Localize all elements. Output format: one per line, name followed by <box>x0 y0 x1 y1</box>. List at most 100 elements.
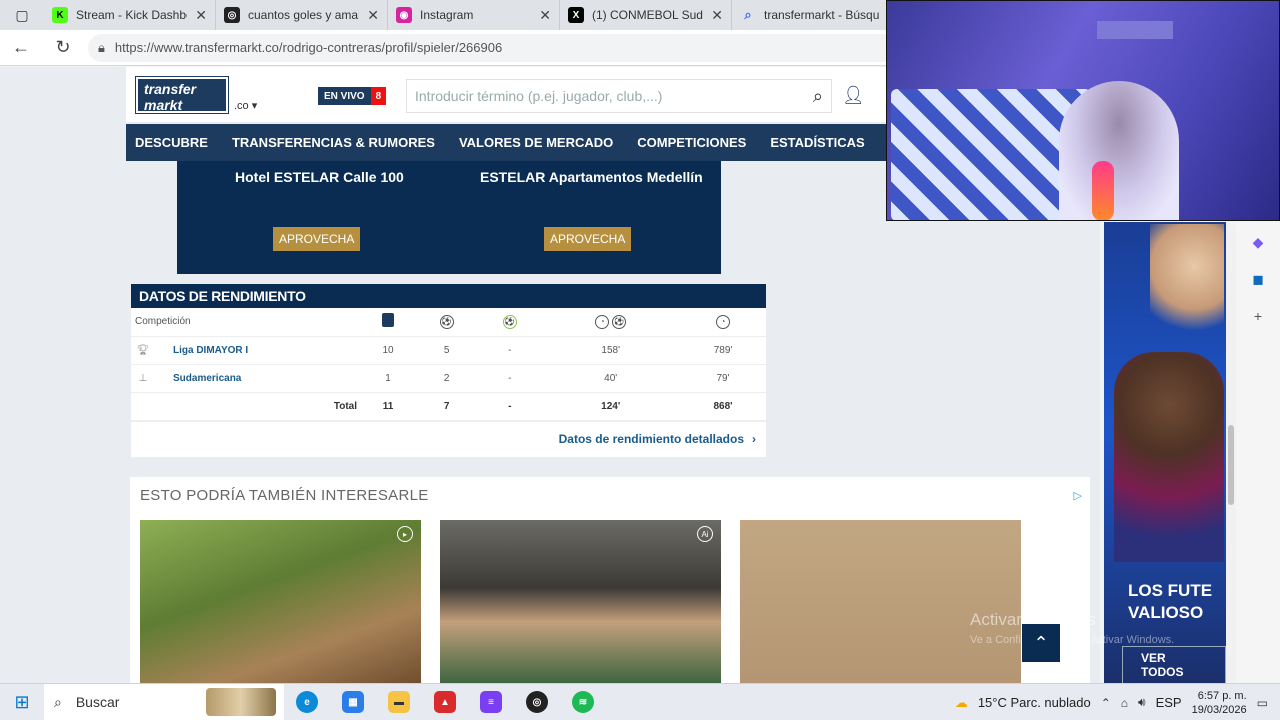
windows-start-icon[interactable]: ⊞ <box>0 684 44 720</box>
shelf-image <box>1097 21 1173 39</box>
detail-link-text: Datos de rendimiento detallados <box>558 432 744 446</box>
side-ad-banner[interactable]: LOS FUTE VALIOSO VER TODOS <box>1104 222 1226 683</box>
clock-time: 6:57 p. m. <box>1197 689 1247 702</box>
table-row: 🏆︎ Liga DIMAYOR I 10 5 - 158' 789' <box>131 336 766 365</box>
logo-line1: transfer <box>144 81 197 97</box>
tab-conmebol[interactable]: X (1) CONMEBOL Sudam ✕ <box>560 0 732 30</box>
minutes-cell: 868' <box>680 392 766 421</box>
clock[interactable]: 6:57 p. m. 19/03/2026 <box>1192 689 1247 717</box>
taskbar-spotify[interactable]: ≋ <box>560 684 606 720</box>
nav-competiciones[interactable]: COMPETICIONES <box>637 135 746 150</box>
tab-actions-icon[interactable]: ▢ <box>0 0 44 30</box>
mins-per-goal-cell: 40' <box>541 364 681 393</box>
domain-label: .co <box>234 100 249 112</box>
search-icon[interactable]: ⌕ <box>813 86 823 107</box>
apps-cell: 1 <box>361 364 416 393</box>
ad-cta-button-2[interactable]: APROVECHA <box>544 227 632 251</box>
close-icon[interactable]: ✕ <box>195 7 207 24</box>
apps-cell: 10 <box>361 336 416 365</box>
close-icon[interactable]: ✕ <box>539 7 551 24</box>
reload-icon[interactable]: ↻ <box>42 30 84 66</box>
notification-icon[interactable]: ▭ <box>1257 696 1268 710</box>
assists-icon: ⚽ <box>478 308 542 337</box>
live-label: EN VIVO <box>324 90 365 102</box>
goals-icon: ⚽ <box>415 308 479 337</box>
live-button[interactable]: EN VIVO 8 <box>318 87 387 105</box>
outlook-icon[interactable]: ◼ <box>1252 271 1264 288</box>
tab-label: (1) CONMEBOL Sudam <box>592 8 703 22</box>
nav-transferencias[interactable]: TRANSFERENCIAS & RUMORES <box>232 135 435 150</box>
weather-text[interactable]: 15°C Parc. nublado <box>978 695 1091 710</box>
taskbar-store[interactable]: ▦ <box>330 684 376 720</box>
col-competition: Competición <box>131 308 361 337</box>
tab-search-goles[interactable]: ◎ cuantos goles y amaril ✕ <box>216 0 388 30</box>
network-icon[interactable]: ⌂ <box>1121 696 1128 710</box>
page-scrollbar[interactable] <box>1226 225 1236 683</box>
promo-card-lion-cubs[interactable]: ▸ <box>140 520 421 683</box>
adchoices-icon: ▸ <box>397 526 413 542</box>
tab-instagram[interactable]: ◉ Instagram ✕ <box>388 0 560 30</box>
headline-line2: VALIOSO <box>1128 603 1204 622</box>
scroll-to-top-icon[interactable]: ⌃ <box>1022 624 1060 662</box>
add-icon[interactable]: + <box>1254 308 1262 324</box>
chevron-up-icon[interactable]: ⌃ <box>1101 696 1111 710</box>
close-icon[interactable]: ✕ <box>367 7 379 24</box>
taskbar-explorer[interactable]: ▬ <box>376 684 422 720</box>
mins-per-goal-cell: 124' <box>541 392 681 421</box>
store-icon: ▦ <box>342 691 364 713</box>
minutes-cell: 79' <box>680 364 766 393</box>
search-label: Buscar <box>75 694 120 710</box>
x-icon: X <box>568 7 584 23</box>
tab-kick[interactable]: K Stream - Kick Dashboa ✕ <box>44 0 216 30</box>
webcam-overlay <box>886 0 1280 221</box>
ver-todos-button[interactable]: VER TODOS <box>1122 646 1226 683</box>
taskbar-app-purple[interactable]: ≡ <box>468 684 514 720</box>
taskbar-edge[interactable]: e <box>284 684 330 720</box>
copilot-icon[interactable]: ◆ <box>1253 234 1264 251</box>
competition-link[interactable]: Sudamericana <box>173 373 241 384</box>
lock-icon: 🔒︎ <box>98 39 105 55</box>
player-image-2 <box>1114 352 1224 562</box>
promo-card-glass[interactable] <box>740 520 1021 683</box>
ad-cta-button-1[interactable]: APROVECHA <box>273 227 361 251</box>
ad-hotel-1: Hotel ESTELAR Calle 100 <box>235 169 404 185</box>
taskbar-app-red[interactable]: ▲ <box>422 684 468 720</box>
close-icon[interactable]: ✕ <box>711 7 723 24</box>
nav-estadisticas[interactable]: ESTADÍSTICAS <box>770 135 864 150</box>
detailed-performance-link[interactable]: Datos de rendimiento detallados › <box>131 420 766 457</box>
competition-link[interactable]: Liga DIMAYOR I <box>173 345 248 356</box>
performance-title: DATOS DE RENDIMIENTO <box>131 284 766 308</box>
minutes-icon: ◔ <box>680 308 766 337</box>
back-arrow-icon[interactable]: ← <box>0 30 42 66</box>
clock-date: 19/03/2026 <box>1191 703 1247 716</box>
tab-transfermarkt-search[interactable]: ⌕ transfermarkt - Búsqu <box>732 0 904 30</box>
transfermarkt-logo[interactable]: transfer markt <box>135 76 229 114</box>
hotel-ad-banner[interactable]: Hotel ESTELAR Calle 100 ESTELAR Apartame… <box>177 161 721 274</box>
performance-table: Competición ⚽ ⚽ ◔ ⚽ ◔ 🏆︎ Liga DIMAYOR I 1… <box>131 308 766 421</box>
nav-valores[interactable]: VALORES DE MERCADO <box>459 135 613 150</box>
tab-label: cuantos goles y amaril <box>248 8 360 22</box>
minutes-cell: 789' <box>680 336 766 365</box>
adchoices-icon[interactable]: ▷ <box>1074 489 1082 502</box>
assists-cell: - <box>478 364 542 393</box>
folder-icon: ▬ <box>388 691 410 713</box>
promo-card-shop-workers[interactable]: Ai <box>440 520 721 683</box>
scrollbar-thumb[interactable] <box>1228 425 1234 505</box>
site-search-input[interactable]: Introducir término (p.ej. jugador, club,… <box>406 79 832 113</box>
tab-label: Stream - Kick Dashboa <box>76 8 188 22</box>
side-ad-headline: LOS FUTE VALIOSO <box>1128 580 1212 624</box>
tab-label: transfermarkt - Búsqu <box>764 8 880 22</box>
app-purple-icon: ≡ <box>480 691 502 713</box>
taskbar-search[interactable]: ⌕ Buscar <box>44 683 284 720</box>
player-image-1 <box>1150 224 1224 364</box>
activate-windows-subtext: Ve a Configuración para activar Windows. <box>970 634 1175 646</box>
domain-selector[interactable]: .co ▾ <box>234 99 257 112</box>
url-field[interactable]: 🔒︎ https://www.transfermarkt.co/rodrigo-… <box>88 33 928 62</box>
lamp-image <box>1092 161 1114 220</box>
nav-descubre[interactable]: DESCUBRE <box>135 135 208 150</box>
volume-icon[interactable]: 🔊︎ <box>1138 695 1146 710</box>
ad-hotel-2: ESTELAR Apartamentos Medellín <box>480 169 703 185</box>
user-search-icon[interactable]: 👤︎ <box>842 85 865 106</box>
language-indicator[interactable]: ESP <box>1156 695 1182 710</box>
taskbar-obs[interactable]: ◎ <box>514 684 560 720</box>
